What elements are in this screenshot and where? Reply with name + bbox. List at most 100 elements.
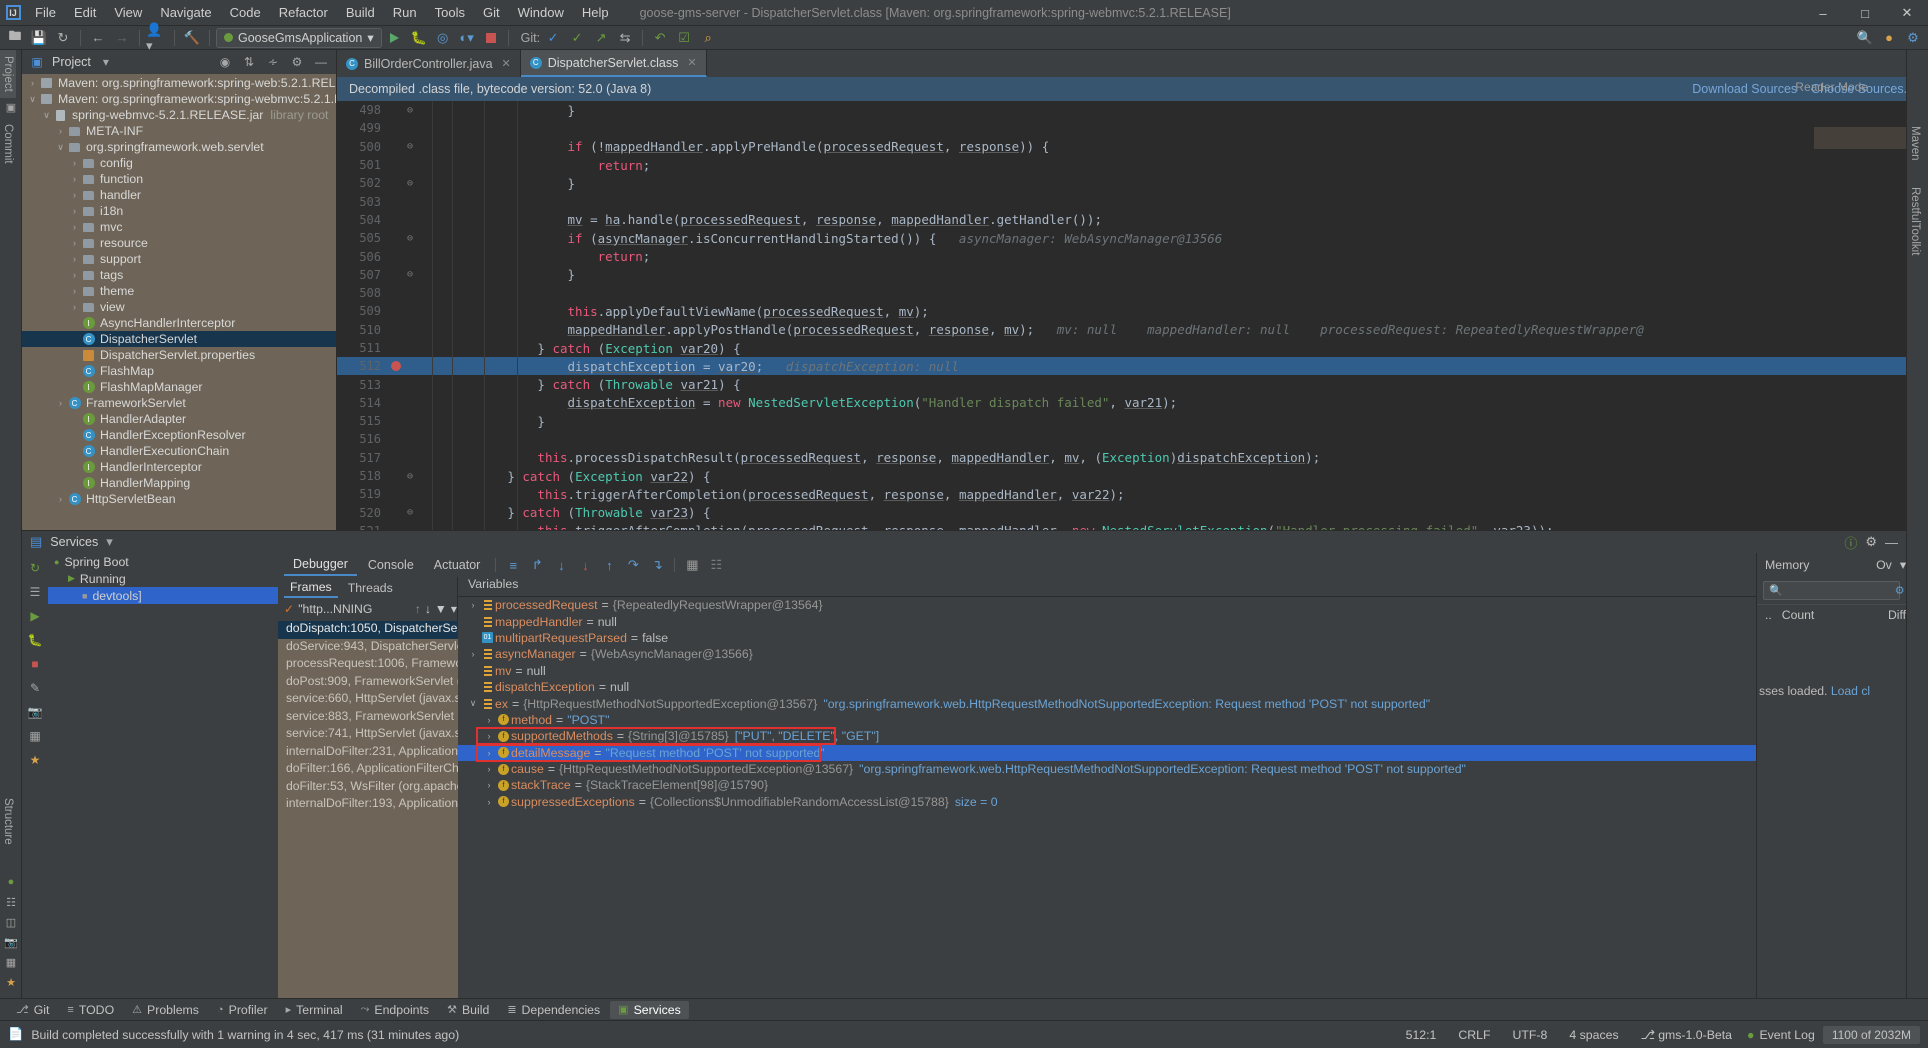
star-icon[interactable]: ★ — [26, 751, 44, 769]
chevron-right-icon[interactable]: › — [54, 494, 67, 504]
sidebar-item-maven[interactable]: Maven — [1907, 120, 1923, 167]
hide-icon[interactable]: — — [1885, 535, 1898, 550]
tree-node[interactable]: DispatcherServlet.properties — [22, 347, 336, 363]
menu-item-file[interactable]: File — [26, 1, 65, 24]
chevron-down-icon[interactable]: ▾ — [1900, 558, 1906, 572]
tree-node[interactable]: › Maven: org.springframework:spring-web:5… — [22, 75, 336, 91]
frame-row[interactable]: doFilter:166, ApplicationFilterChain (or… — [278, 761, 458, 779]
stop-icon[interactable] — [480, 28, 502, 48]
filter-icon[interactable]: ▼ — [435, 602, 447, 616]
step-into-icon[interactable]: ↓ — [550, 555, 572, 575]
tree-node[interactable]: › function — [22, 171, 336, 187]
menu-item-window[interactable]: Window — [509, 1, 573, 24]
thread-selector[interactable]: ✓ "http...NNING ↑ ↓ ▼ ▾ — [278, 599, 457, 619]
camera-icon[interactable]: 📷 — [0, 932, 22, 952]
services-tree-node[interactable]: ● Spring Boot — [48, 553, 278, 570]
debug-icon[interactable]: 🐛 — [26, 631, 44, 649]
menu-item-git[interactable]: Git — [474, 1, 509, 24]
tree-node[interactable]: › tags — [22, 267, 336, 283]
variable-row[interactable]: mv = null — [458, 663, 1756, 679]
layout-icon[interactable]: ☷ — [705, 555, 727, 575]
editor-tab[interactable]: C BillOrderController.java ✕ — [337, 50, 521, 77]
chevron-down-icon[interactable]: ▾ — [451, 602, 457, 616]
favorites-star-icon[interactable]: ★ — [0, 972, 22, 992]
fold-marker-icon[interactable]: ⊖ — [403, 471, 417, 482]
menu-item-edit[interactable]: Edit — [65, 1, 105, 24]
chevron-right-icon[interactable]: › — [68, 206, 81, 216]
sidebar-item-structure[interactable]: Structure — [0, 792, 16, 872]
forward-arrow-icon[interactable]: → — [111, 28, 133, 48]
chevron-right-icon[interactable]: › — [68, 254, 81, 264]
frame-row[interactable]: doDispatch:1050, DispatcherServlet (org.… — [278, 621, 458, 639]
debug-icon[interactable]: 🐛 — [408, 28, 430, 48]
memory-search-field[interactable] — [1786, 583, 1887, 598]
code-line[interactable]: 504 mv = ha.handle(processedRequest, res… — [337, 211, 1928, 229]
tree-node[interactable]: C HandlerExceptionResolver — [22, 427, 336, 443]
frame-down-icon[interactable]: ↓ — [425, 602, 431, 616]
file-encoding[interactable]: UTF-8 — [1506, 1028, 1555, 1042]
chevron-right-icon[interactable]: › — [466, 649, 480, 659]
variable-row[interactable]: › f method = "POST" — [458, 712, 1756, 728]
code-line[interactable]: 520 ⊖ } catch (Throwable var23) { — [337, 504, 1928, 522]
variable-row[interactable]: › f suppressedExceptions = {Collections$Unmo… — [458, 794, 1756, 810]
tree-node[interactable]: C FlashMap — [22, 363, 336, 379]
checkbox-icon[interactable]: ☑ — [673, 28, 695, 48]
chevron-right-icon[interactable]: › — [68, 302, 81, 312]
tree-node[interactable]: › C FrameworkServlet — [22, 395, 336, 411]
chevron-right-icon[interactable]: › — [482, 715, 496, 725]
debugger-tab[interactable]: Console — [359, 555, 423, 575]
bottom-tab-build[interactable]: ⚒ Build — [439, 1001, 497, 1019]
frames-tab[interactable]: Threads — [342, 579, 399, 597]
code-line[interactable]: 500 ⊖ if (!mappedHandler.applyPreHandle(p… — [337, 138, 1928, 156]
variable-row[interactable]: › asyncManager = {WebAsyncManager@13566} — [458, 646, 1756, 662]
database-icon[interactable]: ◫ — [0, 912, 22, 932]
edit-config-icon[interactable]: ✎ — [26, 679, 44, 697]
hide-icon[interactable]: — — [312, 53, 330, 71]
settings-icon[interactable]: ⚙ — [1902, 28, 1924, 48]
menu-item-code[interactable]: Code — [221, 1, 270, 24]
code-view[interactable]: 498 ⊖ } 499 500 ⊖ if (!mappedHandler.applyPr… — [337, 101, 1928, 530]
chevron-right-icon[interactable]: › — [68, 190, 81, 200]
tree-node[interactable]: I FlashMapManager — [22, 379, 336, 395]
variable-row[interactable]: › processedRequest = {RepeatedlyRequestWrap… — [458, 597, 1756, 613]
tree-node[interactable]: C HandlerExecutionChain — [22, 443, 336, 459]
menu-item-refactor[interactable]: Refactor — [270, 1, 337, 24]
code-line[interactable]: 517 this.processDispatchResult(processed… — [337, 449, 1928, 467]
fold-marker-icon[interactable]: ⊖ — [403, 105, 417, 116]
bottom-tab-dependencies[interactable]: ≣ Dependencies — [499, 1001, 608, 1019]
tree-node[interactable]: › resource — [22, 235, 336, 251]
grid-icon[interactable]: ▦ — [0, 952, 22, 972]
git-commit-icon[interactable]: ✓ — [566, 28, 588, 48]
open-folder-icon[interactable]: 🖿 — [4, 28, 26, 48]
locate-icon[interactable]: ◉ — [216, 53, 234, 71]
chevron-right-icon[interactable]: › — [26, 78, 39, 88]
project-tree[interactable]: › Maven: org.springframework:spring-web:5… — [22, 74, 336, 530]
download-sources-link[interactable]: Download Sources — [1692, 82, 1811, 96]
menu-item-help[interactable]: Help — [573, 1, 618, 24]
code-line[interactable]: 509 this.applyDefaultViewName(processedR… — [337, 302, 1928, 320]
close-icon[interactable]: ✕ — [687, 56, 696, 69]
chevron-right-icon[interactable]: › — [68, 238, 81, 248]
sync-icon[interactable]: ↻ — [52, 28, 74, 48]
line-separator[interactable]: CRLF — [1451, 1028, 1497, 1042]
code-line[interactable]: 512 dispatchException = var20; dispatchE… — [337, 357, 1928, 376]
stop-icon[interactable]: ■ — [26, 655, 44, 673]
step-out-icon[interactable]: ↑ — [598, 555, 620, 575]
evaluate-icon[interactable]: ▦ — [681, 555, 703, 575]
code-line[interactable]: 503 — [337, 192, 1928, 210]
chevron-right-icon[interactable]: › — [482, 748, 496, 758]
tree-node[interactable]: › mvc — [22, 219, 336, 235]
menu-item-build[interactable]: Build — [337, 1, 384, 24]
structure-bar-icon[interactable]: ▣ — [0, 98, 22, 118]
memory-search-input[interactable]: 🔍 ⚙ — [1763, 581, 1905, 600]
chevron-right-icon[interactable]: › — [466, 600, 480, 610]
tree-node[interactable]: ∨ org.springframework.web.servlet — [22, 139, 336, 155]
bottom-tab-git[interactable]: ⎇ Git — [8, 1001, 57, 1019]
code-line[interactable]: 516 — [337, 430, 1928, 448]
code-line[interactable]: 511 } catch (Exception var20) { — [337, 339, 1928, 357]
tree-node[interactable]: ∨ spring-webmvc-5.2.1.RELEASE.jar library … — [22, 107, 336, 123]
code-line[interactable]: 514 dispatchException = new NestedServle… — [337, 394, 1928, 412]
frames-tab[interactable]: Frames — [284, 578, 338, 598]
chevron-right-icon[interactable]: › — [482, 797, 496, 807]
fold-marker-icon[interactable]: ⊖ — [403, 178, 417, 189]
